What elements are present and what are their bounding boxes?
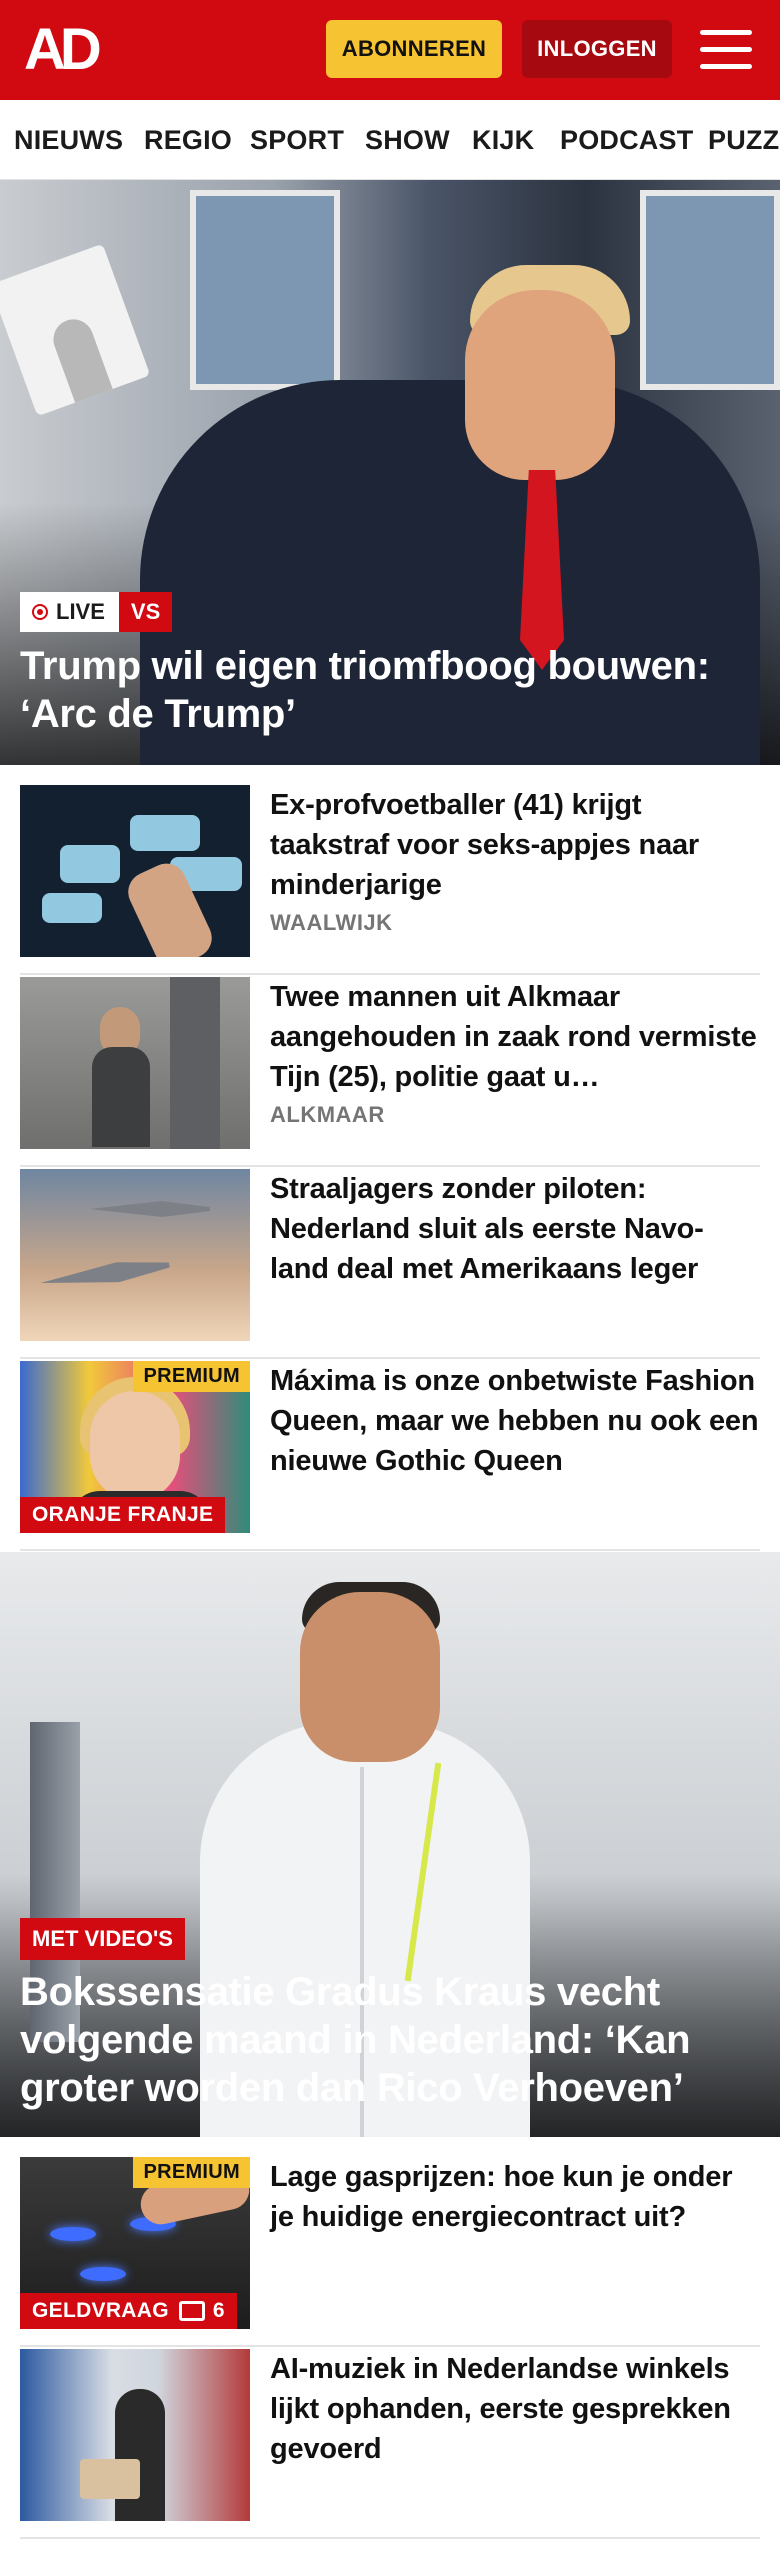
article-title[interactable]: Ex-profvoetballer (41) krijgt taakstraf … — [270, 785, 760, 905]
article-thumbnail: PREMIUM ORANJE FRANJE — [20, 1361, 250, 1533]
article-card[interactable]: AI-muziek in Nederlandse winkels lijkt o… — [20, 2349, 760, 2539]
category-tag-label: ORANJE FRANJE — [32, 1503, 214, 1526]
category-tag-label: GELDVRAAG — [32, 2299, 169, 2322]
hero-article-2[interactable]: MET VIDEO'S Bokssensatie Gradus Kraus ve… — [0, 1552, 780, 2137]
nav-item-regio[interactable]: REGIO — [144, 100, 232, 179]
article-thumbnail — [20, 1169, 250, 1341]
menu-icon[interactable] — [700, 28, 752, 72]
hero-article[interactable]: LIVE VS Trump wil eigen triomfboog bouwe… — [0, 180, 780, 765]
article-title[interactable]: Straaljagers zonder piloten: Nederland s… — [270, 1169, 760, 1289]
comment-icon — [178, 2301, 205, 2321]
nav-item-podcast[interactable]: PODCAST — [560, 100, 693, 179]
live-label: LIVE — [56, 599, 105, 624]
article-card[interactable]: PREMIUM GELDVRAAG 6 Lage gasprijzen: hoe… — [20, 2157, 760, 2347]
article-card[interactable]: Twee mannen uit Alkmaar aangehouden in z… — [20, 977, 760, 1167]
article-title[interactable]: AI-muziek in Nederlandse winkels lijkt o… — [270, 2349, 760, 2469]
hero-person-face — [465, 290, 615, 480]
article-thumbnail — [20, 785, 250, 957]
hero-window — [640, 190, 780, 390]
ad-logo[interactable]: AD — [24, 21, 116, 79]
top-bar: AD ABONNEREN INLOGGEN — [0, 0, 780, 100]
hero-window — [190, 190, 340, 390]
hero2-person-face — [300, 1592, 440, 1762]
live-badge: LIVE — [20, 592, 119, 632]
hero-labels: LIVE VS — [20, 592, 173, 632]
live-dot-icon — [32, 604, 48, 620]
article-card[interactable]: Straaljagers zonder piloten: Nederland s… — [20, 1169, 760, 1359]
article-thumbnail: PREMIUM GELDVRAAG 6 — [20, 2157, 250, 2329]
article-location: WAALWIJK — [270, 910, 393, 935]
article-title[interactable]: Máxima is onze onbetwiste Fashion Queen,… — [270, 1361, 760, 1481]
premium-badge: PREMIUM — [133, 2157, 250, 2188]
hero-tag: VS — [118, 592, 173, 632]
premium-badge: PREMIUM — [133, 1361, 250, 1392]
article-title[interactable]: Twee mannen uit Alkmaar aangehouden in z… — [270, 977, 760, 1097]
article-card[interactable]: Ex-profvoetballer (41) krijgt taakstraf … — [20, 785, 760, 975]
nav-item-puzzels[interactable]: PUZZ — [708, 100, 779, 179]
logo-text: AD — [24, 17, 102, 82]
article-thumbnail — [20, 977, 250, 1149]
comment-count: 6 — [212, 2299, 225, 2322]
article-title[interactable]: Lage gasprijzen: hoe kun je onder je hui… — [270, 2157, 760, 2237]
hero-title[interactable]: Trump wil eigen triomfboog bouwen: ‘Arc … — [20, 642, 760, 738]
login-button[interactable]: INLOGGEN — [522, 20, 672, 78]
section-nav: NIEUWS REGIO SPORT SHOW KIJK PODCAST PUZ… — [0, 100, 780, 180]
nav-item-show[interactable]: SHOW — [365, 100, 450, 179]
subscribe-button[interactable]: ABONNEREN — [326, 20, 502, 78]
video-tag: MET VIDEO'S — [20, 1918, 185, 1960]
category-tag: GELDVRAAG 6 — [20, 2293, 237, 2329]
nav-item-nieuws[interactable]: NIEUWS — [14, 100, 123, 179]
article-location: ALKMAAR — [270, 1102, 385, 1127]
category-tag: ORANJE FRANJE — [20, 1497, 226, 1533]
nav-item-sport[interactable]: SPORT — [250, 100, 344, 179]
article-thumbnail — [20, 2349, 250, 2521]
article-card[interactable]: PREMIUM ORANJE FRANJE Máxima is onze onb… — [20, 1361, 760, 1551]
nav-item-kijk[interactable]: KIJK — [472, 100, 534, 179]
hero2-title[interactable]: Bokssensatie Gradus Kraus vecht volgende… — [20, 1968, 760, 2112]
